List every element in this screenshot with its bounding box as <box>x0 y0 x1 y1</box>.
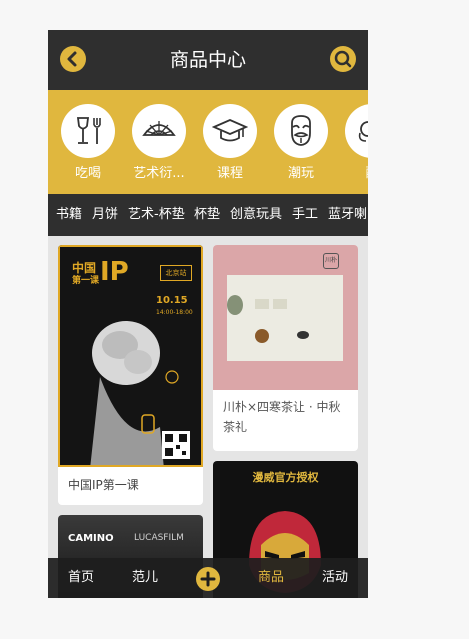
category-carousel[interactable]: 吃喝 艺术衍... 课程 潮玩 <box>48 90 368 194</box>
page-title: 商品中心 <box>169 49 246 71</box>
brand-text: CAMINO <box>68 533 114 544</box>
tag-item[interactable]: 蓝牙喇 <box>328 194 367 236</box>
product-box <box>227 275 343 361</box>
tag-item[interactable]: 艺术-杯垫 <box>128 194 185 236</box>
phone-screen: 商品中心 吃喝 艺术衍... 课程 潮玩 书籍 月饼 艺术-杯垫 杯垫 创意玩具… <box>48 30 368 598</box>
nav-item-events[interactable]: 活动 <box>310 558 360 598</box>
add-button[interactable] <box>196 567 220 591</box>
tag-item[interactable]: 月饼 <box>92 194 118 236</box>
category-item-course[interactable]: 课程 <box>200 104 260 184</box>
nav-item-style[interactable]: 范儿 <box>120 558 170 598</box>
category-label: 艺术衍... <box>133 166 185 181</box>
back-button[interactable] <box>60 46 86 72</box>
category-circle <box>132 104 186 158</box>
product-caption: 川朴×四寒茶让 · 中秋茶礼 <box>223 400 341 434</box>
product-caption: 中国IP第一课 <box>68 478 139 492</box>
poster-bust-graphic <box>90 321 190 465</box>
search-icon <box>334 50 352 68</box>
category-label: 吃喝 <box>74 166 101 181</box>
tag-item[interactable]: 书籍 <box>56 194 82 236</box>
brand-text: LUCASFILM <box>134 533 184 543</box>
category-label: 潮玩 <box>287 166 314 181</box>
nav-item-products[interactable]: 商品 <box>246 558 296 598</box>
category-circle <box>274 104 328 158</box>
category-circle <box>61 104 115 158</box>
nav-item-home[interactable]: 首页 <box>56 558 106 598</box>
tag-item[interactable]: 手工 <box>292 194 318 236</box>
product-image: 川朴 <box>213 245 358 390</box>
product-item <box>255 329 269 343</box>
product-item <box>227 295 243 315</box>
bottom-nav: 首页 范儿 商品 活动 <box>48 558 368 598</box>
product-card[interactable]: 川朴 川朴×四寒茶让 · 中秋茶礼 <box>213 245 358 451</box>
ring-icon <box>358 121 368 142</box>
folding-fan-icon <box>142 121 176 136</box>
category-circle <box>345 104 368 158</box>
glass-fork-icon <box>76 117 101 144</box>
product-item <box>273 299 287 309</box>
poster-image: 中国 第一课 IP 北京站 10.15 14:00-18:00 <box>58 245 203 467</box>
tag-item[interactable]: 创意玩具 <box>230 194 282 236</box>
graduation-cap-icon <box>212 119 248 142</box>
category-item-toys[interactable]: 潮玩 <box>271 104 331 184</box>
product-label: 川朴 <box>323 253 339 269</box>
category-label: 课程 <box>216 166 243 181</box>
category-item-art[interactable]: 艺术衍... <box>129 104 189 184</box>
category-circle <box>203 104 257 158</box>
product-item <box>297 331 309 339</box>
tag-bar[interactable]: 书籍 月饼 艺术-杯垫 杯垫 创意玩具 手工 蓝牙喇 <box>48 194 368 236</box>
plus-icon <box>200 571 216 587</box>
category-item-accessory[interactable]: 配 <box>342 104 368 184</box>
tag-item[interactable]: 杯垫 <box>194 194 220 236</box>
mask-face-icon <box>291 115 311 146</box>
search-button[interactable] <box>330 46 356 72</box>
app-header: 商品中心 <box>48 30 368 90</box>
product-card[interactable]: 中国 第一课 IP 北京站 10.15 14:00-18:00 中国IP第一课 <box>58 245 203 505</box>
chevron-left-icon <box>67 51 77 67</box>
product-item <box>255 299 269 309</box>
category-label: 配 <box>338 164 368 184</box>
category-item-food[interactable]: 吃喝 <box>58 104 118 184</box>
